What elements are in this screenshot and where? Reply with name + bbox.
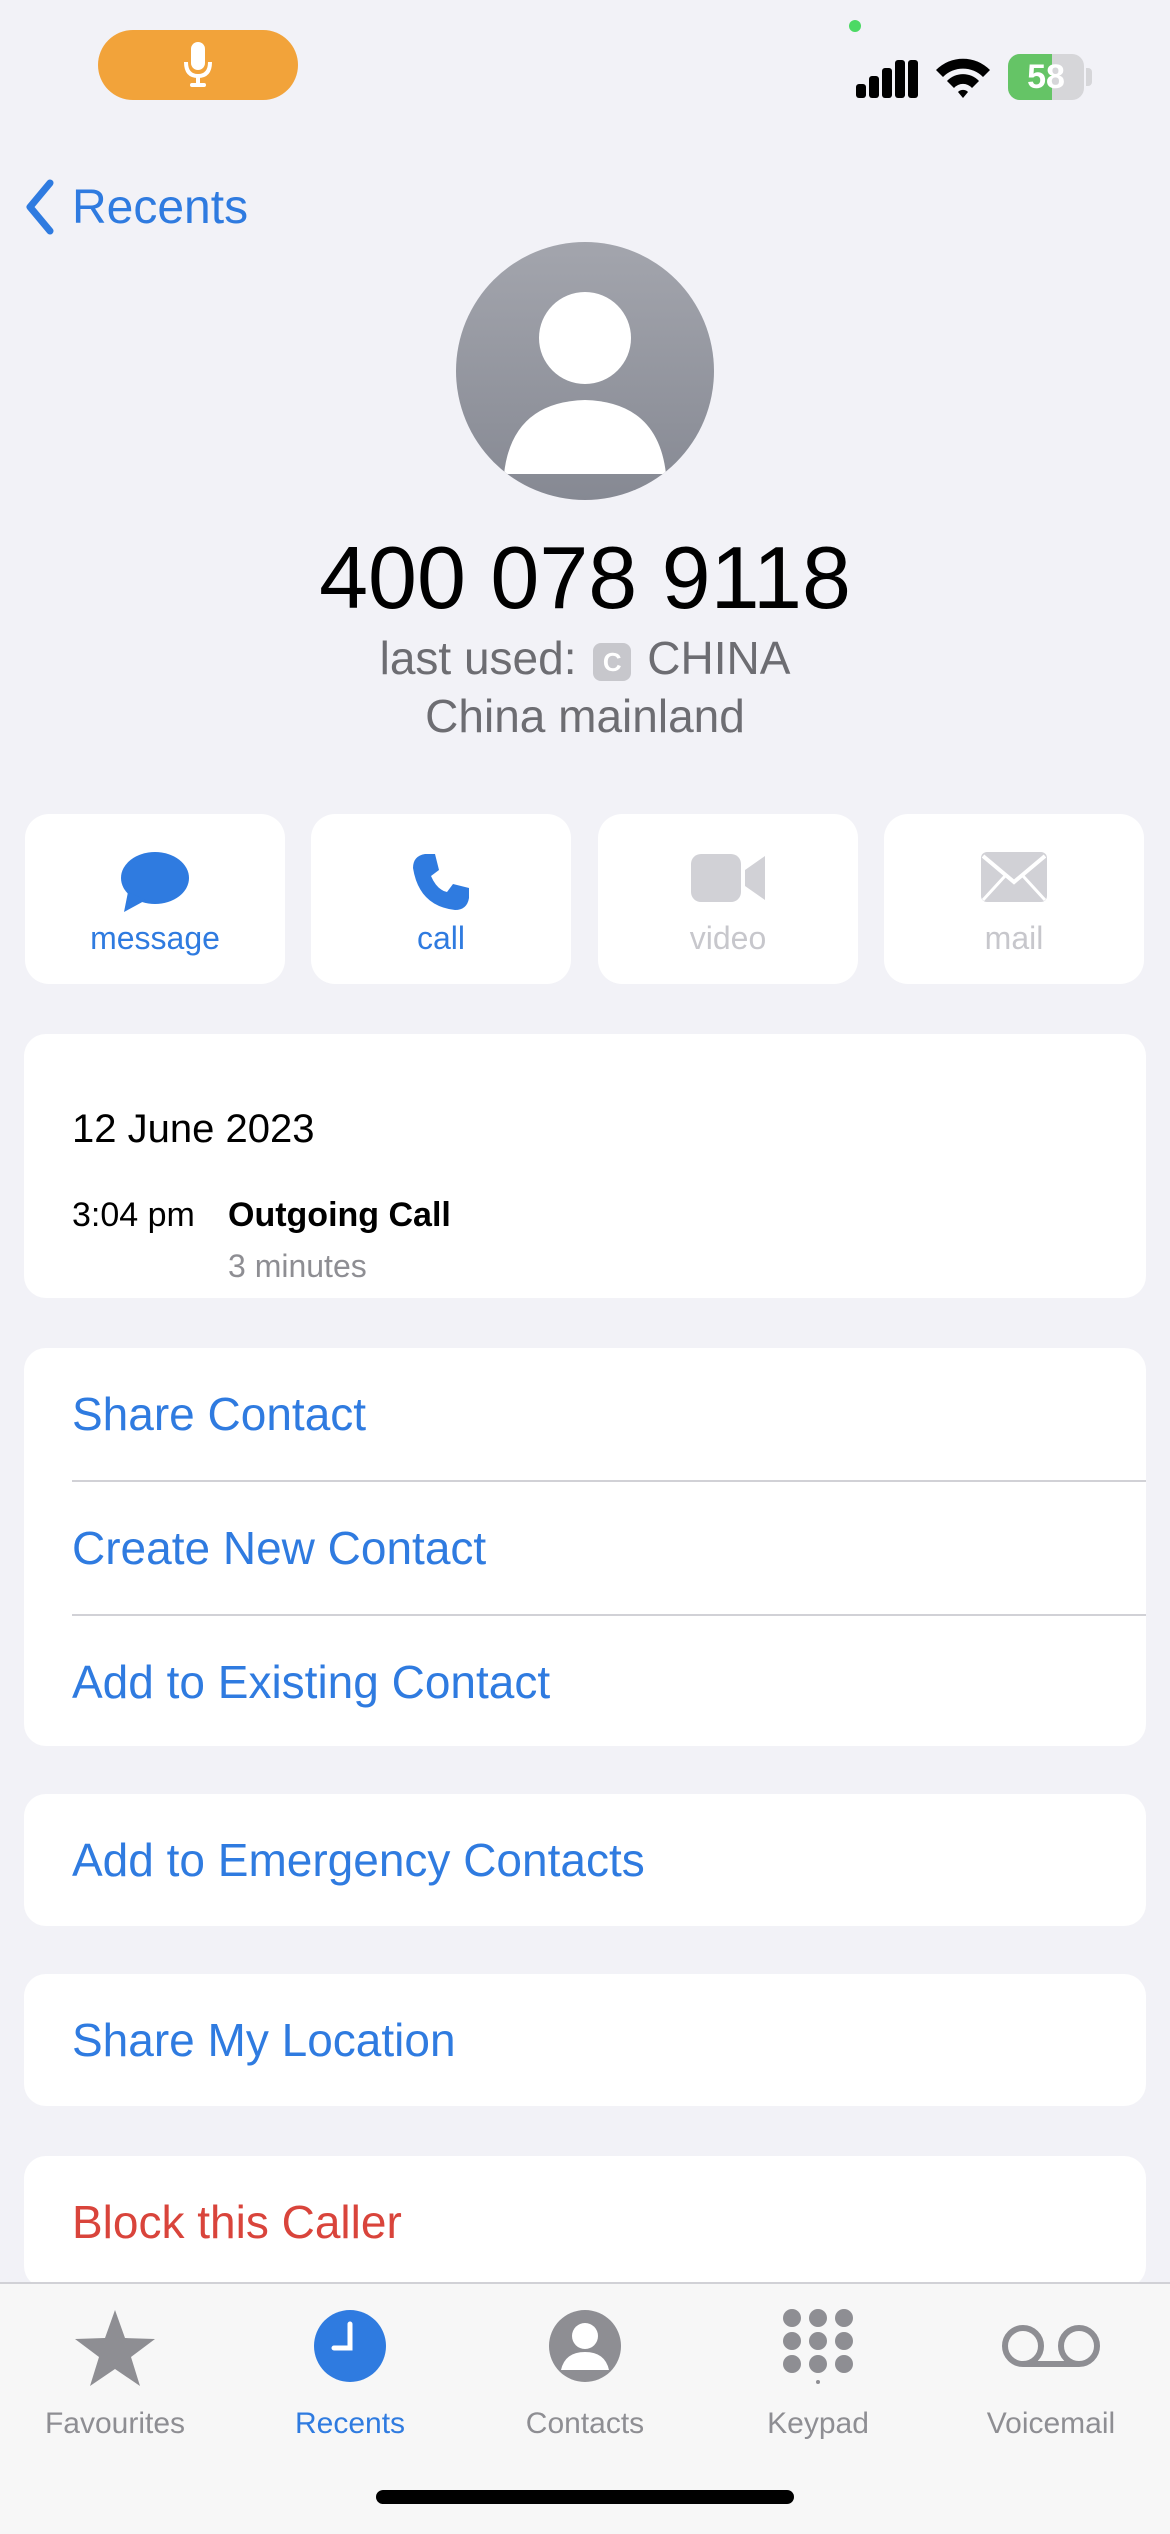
home-indicator[interactable] bbox=[376, 2490, 794, 2504]
battery-nub bbox=[1086, 68, 1092, 86]
wifi-icon bbox=[936, 58, 990, 98]
call-button[interactable]: call bbox=[311, 814, 571, 984]
contact-avatar bbox=[456, 242, 714, 500]
tab-recents[interactable]: Recents bbox=[240, 2308, 460, 2458]
tab-label: Keypad bbox=[767, 2407, 869, 2440]
tab-favourites[interactable]: Favourites bbox=[5, 2308, 225, 2458]
video-camera-icon bbox=[691, 854, 765, 902]
last-used-label: last used: bbox=[379, 632, 577, 684]
battery-level: 58 bbox=[1027, 58, 1065, 96]
contact-options-card: Share Contact Create New Contact Add to … bbox=[24, 1348, 1146, 1746]
share-location-button[interactable]: Share My Location bbox=[24, 1974, 1146, 2106]
last-used-line: last used: C CHINA bbox=[0, 630, 1170, 686]
history-duration: 3 minutes bbox=[228, 1248, 367, 1284]
call-label: call bbox=[416, 920, 465, 956]
chevron-left-icon bbox=[26, 179, 54, 235]
share-contact-button[interactable]: Share Contact bbox=[24, 1348, 1146, 1480]
microphone-icon bbox=[184, 42, 212, 87]
history-date: 12 June 2023 bbox=[72, 1107, 315, 1151]
mail-button[interactable]: mail bbox=[884, 814, 1144, 984]
envelope-icon bbox=[981, 852, 1047, 902]
person-circle-icon bbox=[549, 2310, 621, 2382]
back-label: Recents bbox=[72, 180, 249, 234]
block-card: Block this Caller bbox=[24, 2156, 1146, 2288]
call-history-card: 12 June 2023 3:04 pm Outgoing Call 3 min… bbox=[24, 1034, 1146, 1298]
tab-label: Contacts bbox=[525, 2407, 645, 2440]
video-button[interactable]: video bbox=[598, 814, 858, 984]
sim-name: CHINA bbox=[647, 632, 791, 684]
person-silhouette-icon bbox=[504, 292, 666, 474]
phone-icon bbox=[413, 854, 469, 910]
contact-region: China mainland bbox=[425, 690, 745, 742]
message-button[interactable]: message bbox=[25, 814, 285, 984]
tab-keypad[interactable]: Keypad bbox=[708, 2308, 928, 2458]
phone-number: 400 078 9118 bbox=[319, 528, 851, 627]
tab-voicemail[interactable]: Voicemail bbox=[941, 2308, 1161, 2458]
recording-indicator[interactable] bbox=[98, 30, 298, 100]
battery-body: 58 bbox=[1008, 54, 1084, 100]
clock-icon bbox=[314, 2310, 386, 2382]
sim-badge-icon: C bbox=[593, 643, 632, 681]
tab-label: Voicemail bbox=[986, 2407, 1116, 2440]
add-emergency-contact-button[interactable]: Add to Emergency Contacts bbox=[24, 1794, 1146, 1926]
tab-label: Favourites bbox=[44, 2407, 186, 2440]
video-label: video bbox=[689, 920, 767, 956]
mail-label: mail bbox=[984, 920, 1044, 956]
tab-label: Recents bbox=[294, 2407, 406, 2440]
emergency-card: Add to Emergency Contacts bbox=[24, 1794, 1146, 1926]
message-label: message bbox=[90, 920, 220, 956]
create-new-contact-button[interactable]: Create New Contact bbox=[24, 1482, 1146, 1614]
star-icon bbox=[75, 2310, 155, 2386]
privacy-indicator-dot bbox=[849, 20, 861, 32]
history-call-type: Outgoing Call bbox=[228, 1196, 451, 1234]
cellular-signal-icon bbox=[856, 60, 918, 98]
add-to-existing-contact-button[interactable]: Add to Existing Contact bbox=[24, 1616, 1146, 1746]
battery-indicator: 58 bbox=[1008, 54, 1092, 100]
location-card: Share My Location bbox=[24, 1974, 1146, 2106]
tab-contacts[interactable]: Contacts bbox=[475, 2308, 695, 2458]
voicemail-icon bbox=[1002, 2325, 1100, 2367]
history-time: 3:04 pm bbox=[72, 1196, 195, 1234]
block-caller-button[interactable]: Block this Caller bbox=[24, 2156, 1146, 2288]
keypad-icon bbox=[783, 2309, 853, 2384]
message-bubble-icon bbox=[121, 852, 189, 912]
back-button[interactable]: Recents bbox=[24, 172, 248, 242]
